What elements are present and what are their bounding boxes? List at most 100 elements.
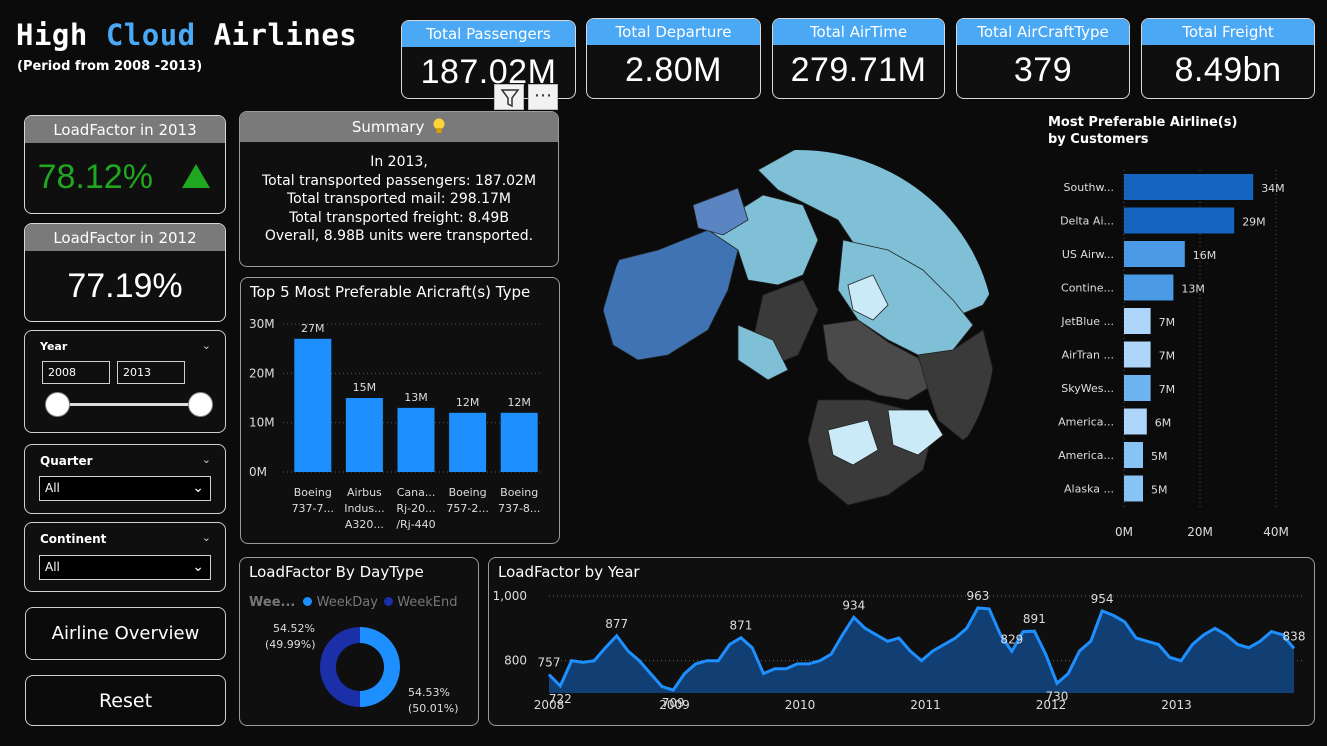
loadfactor-2013-card[interactable]: LoadFactor in 2013 78.12% [24, 115, 226, 214]
bar [449, 412, 487, 472]
weekday-dot-icon [303, 597, 313, 606]
slice-label: 54.53% [408, 686, 450, 699]
bar-data-label: 13M [404, 391, 428, 404]
more-options-button[interactable]: ⋯ [528, 84, 558, 110]
year-to-input[interactable]: 2013 [117, 361, 185, 384]
summary-line: Overall, 8.98B units were transported. [264, 228, 534, 244]
loadfactor-2013-value-row: 78.12% [25, 143, 225, 211]
weekend-dot-icon [384, 597, 394, 606]
year-slicer-label: Year [40, 340, 68, 353]
y-category-label: SkyWes... [1061, 382, 1114, 395]
loadfactor-2013-value: 78.12% [37, 158, 153, 196]
bar [1124, 375, 1151, 401]
dropdown-chevron-icon: ⌄ [192, 559, 204, 575]
x-tick-label: 20M [1187, 525, 1213, 539]
point-data-label: 954 [1091, 592, 1114, 606]
legend-weekend[interactable]: WeekEnd [384, 595, 458, 610]
x-tick-label: 40M [1263, 525, 1289, 539]
x-category-label: Boeing [500, 486, 538, 499]
chevron-down-icon[interactable]: ⌄ [202, 339, 211, 352]
x-category-label: 757-2... [446, 502, 488, 515]
kpi-label: Total Freight [1142, 19, 1314, 45]
chevron-down-icon[interactable]: ⌄ [202, 531, 211, 544]
legend-weekday[interactable]: WeekDay [303, 595, 378, 610]
donut-slice [359, 627, 400, 707]
bar-data-label: 29M [1242, 216, 1266, 229]
daytype-legend: Wee... WeekDay WeekEnd [249, 595, 458, 610]
continent-slicer: Continent ⌄ All ⌄ [24, 522, 226, 592]
point-data-label: 963 [966, 589, 989, 603]
bar-data-label: 15M [353, 381, 377, 394]
bar-data-label: 34M [1261, 182, 1285, 195]
y-category-label: Alaska ... [1064, 483, 1114, 496]
kpi-value: 2.80M [625, 51, 722, 89]
bar [1124, 442, 1143, 468]
airline-overview-button[interactable]: Airline Overview [25, 607, 226, 660]
bar [1124, 174, 1254, 200]
summary-body: In 2013, Total transported passengers: 1… [240, 142, 558, 246]
summary-card[interactable]: Summary In 2013, Total transported passe… [239, 111, 559, 267]
bar [1124, 341, 1151, 368]
year-chart-card[interactable]: LoadFactor by Year 800 1,000 2008 2009 2010 2… [488, 557, 1315, 726]
continent-dropdown-value: All [45, 560, 60, 574]
airline-chart[interactable]: 0M 20M 40M Southw... 34M Delta Ai... 29M US Air… [1020, 160, 1320, 540]
map-regions [602, 150, 995, 506]
continent-dropdown[interactable]: All ⌄ [39, 555, 211, 580]
x-category-label: Boeing [449, 486, 487, 499]
daytype-chart-card[interactable]: LoadFactor By DayType Wee... WeekDay Wee… [239, 557, 479, 726]
y-category-label: America... [1058, 416, 1114, 429]
summary-line: Total transported mail: 298.17M [286, 191, 511, 207]
legend-title: Wee... [249, 595, 296, 610]
quarter-slicer-label: Quarter [40, 454, 93, 468]
x-category-label: Boeing [294, 486, 332, 499]
kpi-label: Total Passengers [402, 21, 575, 47]
quarter-dropdown[interactable]: All ⌄ [39, 476, 211, 501]
kpi-card-airtime[interactable]: Total AirTime 279.71M [772, 18, 945, 99]
y-category-label: JetBlue ... [1060, 315, 1114, 328]
reset-button[interactable]: Reset [25, 675, 226, 726]
kpi-label: Total Departure [587, 19, 760, 45]
y-category-label: AirTran ... [1062, 349, 1114, 362]
world-map[interactable] [588, 110, 1008, 540]
year-slider-track[interactable] [58, 403, 201, 406]
kpi-card-aircrafttype[interactable]: Total AirCraftType 379 [956, 18, 1130, 99]
y-tick-label: 10M [249, 416, 275, 430]
loadfactor-2012-card[interactable]: LoadFactor in 2012 77.19% [24, 223, 226, 322]
bar-data-label: 7M [1159, 383, 1176, 396]
year-from-input[interactable]: 2008 [42, 361, 110, 384]
quarter-slicer: Quarter ⌄ All ⌄ [24, 444, 226, 514]
year-slider-handle-end[interactable] [188, 392, 213, 417]
x-category-label: Airbus [347, 486, 382, 499]
area-fill [549, 608, 1294, 693]
point-data-label: 757 [538, 656, 561, 670]
x-category-label: Indus... [344, 502, 384, 515]
x-tick-label: 2011 [910, 698, 941, 712]
y-tick-label: 0M [249, 465, 267, 479]
map-region-usa[interactable] [602, 219, 739, 361]
visual-filter-button[interactable] [494, 84, 524, 110]
y-tick-label: 30M [249, 317, 275, 331]
bar-data-label: 13M [1181, 283, 1205, 296]
kpi-card-freight[interactable]: Total Freight 8.49bn [1141, 18, 1315, 99]
y-tick-label: 800 [504, 654, 527, 668]
bar [397, 407, 435, 472]
x-tick-label: 2013 [1161, 698, 1192, 712]
kpi-card-departure[interactable]: Total Departure 2.80M [586, 18, 761, 99]
chevron-down-icon[interactable]: ⌄ [202, 453, 211, 466]
title-part-high: High [16, 18, 106, 52]
bar [1124, 241, 1185, 267]
title-part-cloud: Cloud [105, 18, 196, 52]
point-data-label: 722 [549, 692, 572, 706]
aircraft-chart-card[interactable]: Top 5 Most Preferable Aricraft(s) Type 0… [240, 277, 560, 544]
up-arrow-icon [182, 164, 211, 188]
aircraft-chart: 0M 10M 20M 30M 27M Boeing 737-7... 15M Airbus Ind… [249, 317, 541, 531]
point-data-label: 871 [729, 619, 752, 633]
dashboard-subtitle: (Period from 2008 -2013) [17, 59, 203, 74]
y-category-label: Southw... [1064, 181, 1114, 194]
summary-line: Total transported freight: 8.49B [289, 209, 509, 226]
point-data-label: 877 [605, 617, 628, 631]
filter-icon [500, 89, 520, 108]
loadfactor-2013-label: LoadFactor in 2013 [25, 116, 225, 143]
kpi-value: 279.71M [790, 51, 927, 89]
year-slider-handle-start[interactable] [45, 392, 70, 417]
